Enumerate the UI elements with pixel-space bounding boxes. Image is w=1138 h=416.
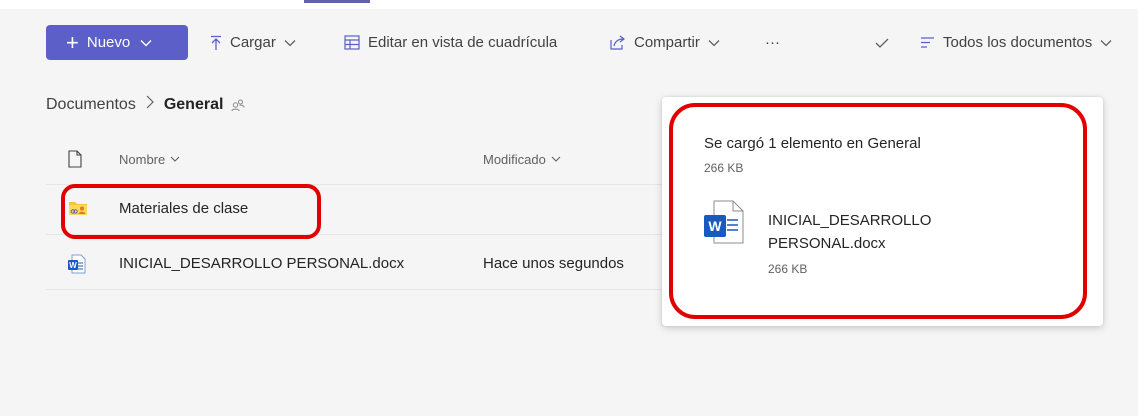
breadcrumb-root[interactable]: Documentos (46, 96, 136, 114)
chevron-down-icon (1100, 36, 1112, 50)
share-button[interactable]: Compartir (610, 25, 720, 60)
share-button-label: Compartir (634, 34, 700, 51)
chevron-down-icon (284, 36, 296, 50)
view-selector[interactable]: Todos los documentos (920, 25, 1112, 60)
breadcrumb-current: General (163, 95, 224, 113)
top-strip (0, 0, 1138, 9)
filter-lines-icon (920, 37, 935, 48)
app-window: + Nuevo Cargar Editar en vista de cuadrí… (0, 0, 1138, 416)
chevron-down-icon (140, 36, 152, 50)
active-tab-indicator (304, 0, 370, 3)
list-header: Nombre Modificado (46, 140, 706, 185)
grid-edit-label: Editar en vista de cuadrícula (368, 34, 558, 51)
chevron-down-icon (551, 154, 561, 165)
chevron-down-icon (708, 36, 720, 50)
new-button-label: Nuevo (86, 34, 131, 51)
column-name-header[interactable]: Nombre (119, 152, 180, 167)
plus-icon: + (66, 29, 79, 55)
column-modified-header[interactable]: Modificado (483, 152, 561, 167)
view-selector-label: Todos los documentos (943, 34, 1093, 51)
upload-notification: Se cargó 1 elemento en General 266 KB W … (662, 97, 1103, 326)
word-doc-icon: W (68, 254, 86, 278)
chevron-down-icon (170, 154, 180, 165)
table-row[interactable]: W INICIAL_DESARROLLO PERSONAL.docx Hace … (46, 241, 706, 290)
command-bar: + Nuevo Cargar Editar en vista de cuadrí… (0, 9, 1138, 69)
svg-text:W: W (69, 261, 77, 270)
table-row[interactable]: Materiales de clase (46, 186, 706, 235)
breadcrumb-separator-icon (146, 95, 154, 114)
notification-title: Se cargó 1 elemento en General (704, 135, 921, 152)
upload-button-label: Cargar (230, 34, 276, 51)
notification-file-size: 266 KB (768, 262, 808, 276)
folder-icon (68, 199, 88, 221)
notification-total-size: 266 KB (704, 161, 744, 175)
breadcrumb: Documentos General (46, 95, 246, 114)
upload-icon (210, 35, 222, 51)
file-type-icon[interactable] (68, 150, 82, 171)
share-icon (610, 35, 626, 50)
new-button[interactable]: + Nuevo (46, 25, 188, 60)
row-modified: Hace unos segundos (483, 255, 624, 272)
people-icon[interactable] (231, 99, 246, 111)
more-button[interactable]: ··· (765, 25, 780, 60)
grid-icon (344, 35, 360, 50)
more-icon: ··· (765, 34, 780, 51)
column-name-label: Nombre (119, 152, 166, 167)
row-name[interactable]: INICIAL_DESARROLLO PERSONAL.docx (119, 255, 404, 272)
notification-file-name[interactable]: INICIAL_DESARROLLO PERSONAL.docx (768, 209, 968, 255)
svg-text:W: W (708, 218, 722, 234)
grid-edit-button[interactable]: Editar en vista de cuadrícula (344, 25, 557, 60)
checkmark-icon[interactable] (875, 25, 889, 60)
row-name[interactable]: Materiales de clase (119, 200, 248, 217)
upload-button[interactable]: Cargar (210, 25, 296, 60)
column-modified-label: Modificado (483, 152, 546, 167)
word-doc-icon: W (704, 200, 744, 249)
